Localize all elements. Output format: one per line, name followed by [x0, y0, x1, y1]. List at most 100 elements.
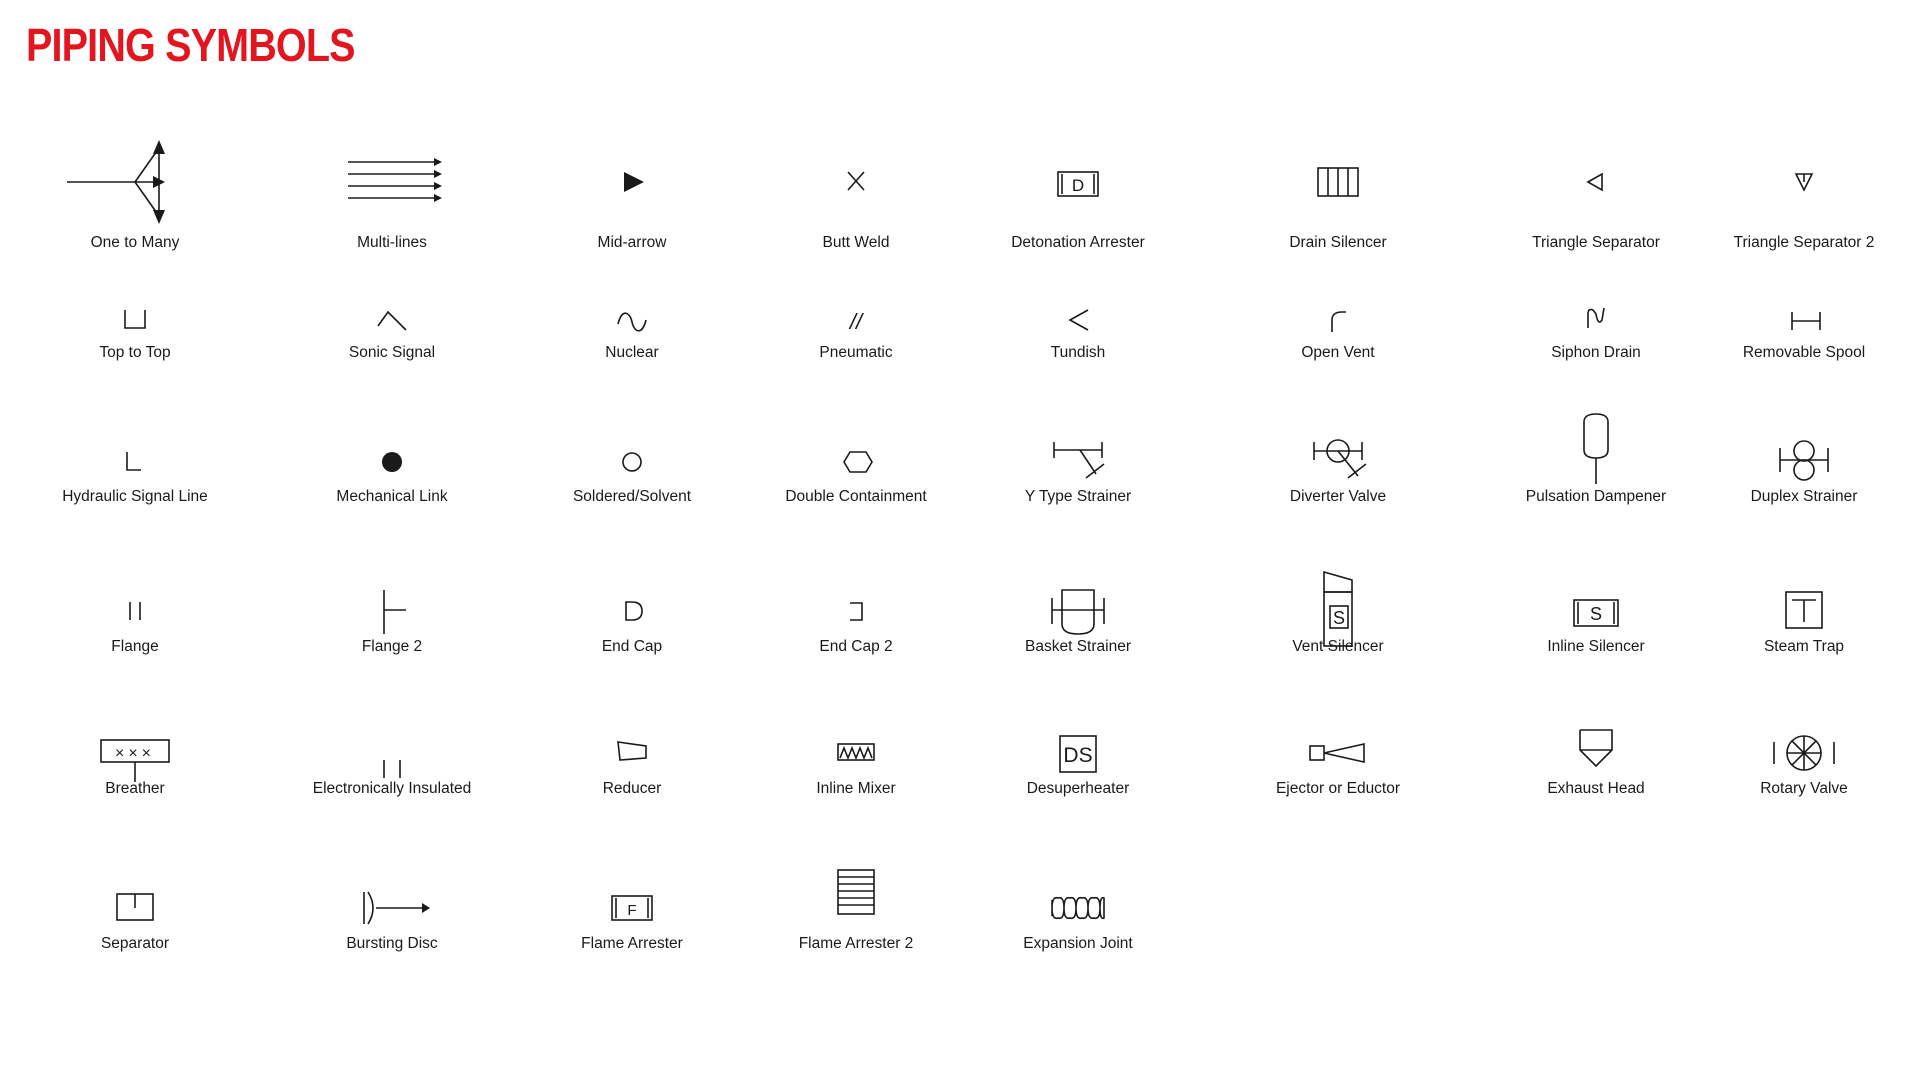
symbol-double-containment: Double Containment: [736, 412, 976, 532]
symbol-y-type-strainer: Y Type Strainer: [958, 412, 1198, 532]
breather-icon: ×××: [100, 739, 170, 782]
steam-trap-icon: [1785, 591, 1823, 629]
vent-silencer-icon: S: [1323, 570, 1353, 647]
diverter-valve-icon: [1313, 439, 1367, 479]
svg-text://: //: [848, 309, 864, 334]
symbol-inline-silencer: S Inline Silencer: [1476, 562, 1716, 682]
mechanical-link-icon: [382, 452, 402, 472]
symbol-diverter-valve: Diverter Valve: [1218, 412, 1458, 532]
symbol-soldered-solvent: Soldered/Solvent: [512, 412, 752, 532]
symbol-pulsation-dampener: Pulsation Dampener: [1476, 412, 1716, 532]
inline-silencer-icon: S: [1573, 599, 1619, 627]
symbol-label: Diverter Valve: [1289, 488, 1387, 505]
symbol-label: Flame Arrester: [581, 935, 683, 952]
symbol-label: Y Type Strainer: [1024, 488, 1132, 505]
symbol-label: Inline Silencer: [1547, 638, 1645, 655]
symbol-reducer: Reducer: [512, 702, 752, 822]
symbol-label: Ejector or Eductor: [1275, 780, 1401, 797]
symbol-label: Pulsation Dampener: [1525, 488, 1667, 505]
symbol-label: Steam Trap: [1763, 638, 1845, 655]
symbol-label: Butt Weld: [822, 234, 890, 251]
symbol-label: Duplex Strainer: [1750, 488, 1858, 505]
symbol-label: Open Vent: [1301, 344, 1375, 361]
symbol-label: Soldered/Solvent: [572, 488, 692, 505]
symbol-inline-mixer: Inline Mixer: [736, 702, 976, 822]
svg-text:S: S: [1333, 608, 1345, 628]
symbol-one-to-many: One to Many: [15, 132, 255, 252]
symbol-multi-lines: Multi-lines: [272, 132, 512, 252]
svg-text:F: F: [627, 902, 636, 919]
symbol-label: Triangle Separator 2: [1733, 234, 1875, 251]
symbol-nuclear: Nuclear: [512, 272, 752, 392]
y-type-strainer-icon: [1053, 442, 1105, 479]
symbol-label: Flange: [111, 638, 159, 655]
removable-spool-icon: [1791, 312, 1821, 330]
symbol-flame-arrester-2: Flame Arrester 2: [736, 858, 976, 978]
svg-text:D: D: [1072, 176, 1084, 195]
end-cap-icon: [625, 601, 643, 621]
symbol-label: Pneumatic: [819, 344, 893, 361]
symbol-label: End Cap 2: [819, 638, 893, 655]
flange-icon: [129, 602, 141, 620]
bursting-disc-icon: [363, 891, 430, 925]
symbol-label: Drain Silencer: [1289, 234, 1387, 251]
flame-arrester-icon: F: [611, 895, 653, 921]
symbol-end-cap: End Cap: [512, 562, 752, 682]
symbol-end-cap-2: End Cap 2: [736, 562, 976, 682]
symbol-label: Mechanical Link: [336, 488, 448, 505]
symbol-label: Exhaust Head: [1547, 780, 1645, 797]
symbol-label: Expansion Joint: [1023, 935, 1133, 952]
symbol-flange: Flange: [15, 562, 255, 682]
symbol-electronically-insulated: Electronically Insulated: [272, 702, 512, 822]
end-cap-2-icon: [850, 602, 863, 621]
svg-text:×××: ×××: [115, 745, 155, 762]
double-containment-icon: [843, 451, 873, 473]
tundish-icon: [1068, 309, 1089, 331]
symbol-bursting-disc: Bursting Disc: [272, 858, 512, 978]
rotary-valve-icon: [1773, 735, 1835, 771]
electronically-insulated-icon: [383, 760, 401, 778]
symbol-top-to-top: Top to Top: [15, 272, 255, 392]
symbol-open-vent: Open Vent: [1218, 272, 1458, 392]
symbol-tundish: Tundish: [958, 272, 1198, 392]
symbol-detonation-arrester: D Detonation Arrester: [958, 132, 1198, 252]
symbol-label: Flame Arrester 2: [798, 935, 914, 952]
sonic-signal-icon: [377, 310, 407, 331]
open-vent-icon: [1331, 311, 1346, 332]
symbol-triangle-separator-2: Triangle Separator 2: [1684, 132, 1920, 252]
symbol-desuperheater: DS Desuperheater: [958, 702, 1198, 822]
symbol-breather: ××× Breather: [15, 702, 255, 822]
symbol-label: Breather: [105, 780, 165, 797]
ejector-or-eductor-icon: [1309, 743, 1365, 763]
soldered-solvent-icon: [622, 452, 642, 472]
symbol-flange-2: Flange 2: [272, 562, 512, 682]
symbol-label: Triangle Separator: [1532, 234, 1660, 251]
symbol-expansion-joint: Expansion Joint: [958, 858, 1198, 978]
symbol-label: Vent Silencer: [1292, 638, 1384, 655]
symbol-removable-spool: Removable Spool: [1684, 272, 1920, 392]
reducer-icon: [617, 741, 647, 761]
page-title: PIPING SYMBOLS: [26, 19, 356, 71]
symbol-label: Top to Top: [99, 344, 171, 361]
symbol-label: Siphon Drain: [1551, 344, 1641, 361]
inline-mixer-icon: [837, 743, 875, 761]
symbol-label: Reducer: [602, 780, 662, 797]
symbol-label: Separator: [100, 935, 170, 952]
symbol-triangle-separator: Triangle Separator: [1476, 132, 1716, 252]
flange-2-icon: [383, 590, 406, 634]
symbol-pneumatic: // Pneumatic: [736, 272, 976, 392]
symbol-duplex-strainer: Duplex Strainer: [1684, 412, 1920, 532]
hydraulic-signal-line-icon: [126, 452, 141, 471]
symbol-label: Bursting Disc: [346, 935, 438, 952]
exhaust-head-icon: [1579, 729, 1613, 768]
pneumatic-icon: //: [848, 309, 864, 334]
symbol-label: Electronically Insulated: [312, 780, 472, 797]
symbol-label: Removable Spool: [1742, 344, 1866, 361]
symbol-flame-arrester: F Flame Arrester: [512, 858, 752, 978]
duplex-strainer-icon: [1779, 440, 1829, 481]
svg-text:DS: DS: [1063, 744, 1092, 767]
symbol-label: Tundish: [1050, 344, 1106, 361]
symbol-label: Rotary Valve: [1760, 780, 1848, 797]
symbol-separator: Separator: [15, 858, 255, 978]
symbol-label: Inline Mixer: [816, 780, 896, 797]
